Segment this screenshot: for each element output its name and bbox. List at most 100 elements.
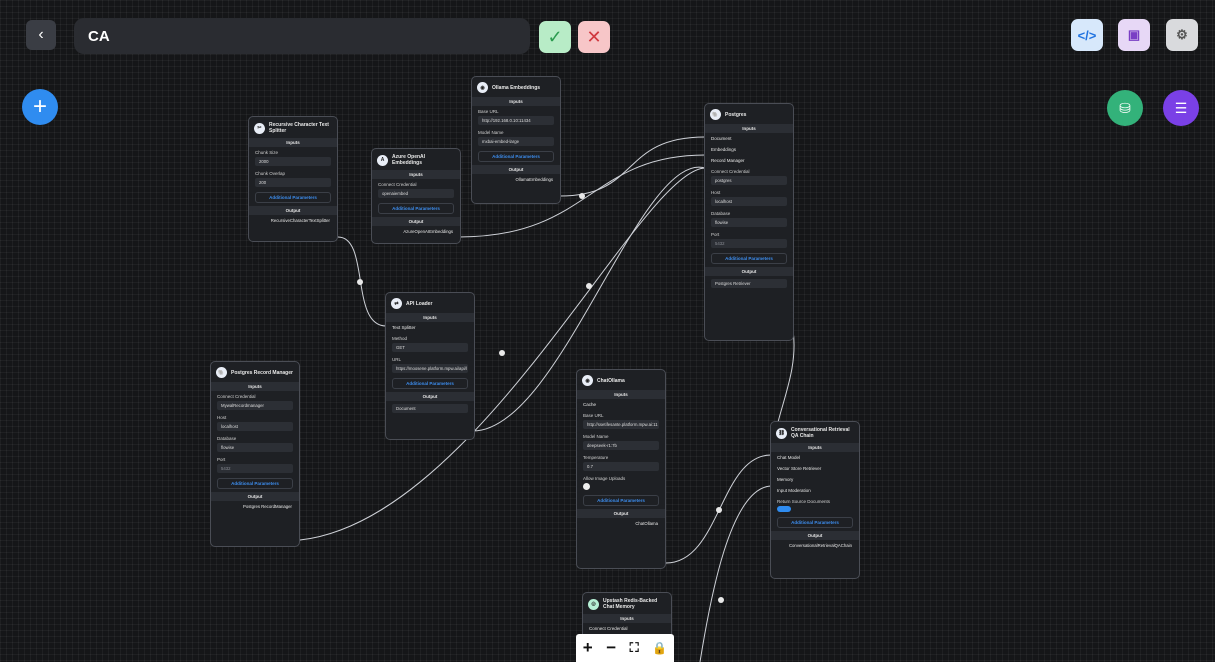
node-chat-ollama[interactable]: ◉ ChatOllama Inputs Cache Base URL http://… [576,369,666,569]
upstash-icon: ◎ [588,598,599,610]
output-select[interactable]: Postgres Retriever [711,279,787,288]
chunk-overlap-input[interactable]: 200 [255,178,331,187]
input-handle-memory[interactable]: Memory [771,474,859,485]
additional-params-button[interactable]: Additional Parameters [378,203,454,214]
host-input[interactable]: localhost [217,422,293,431]
database-plus-icon: ⛁ [1119,99,1131,116]
edge-dot [718,597,724,603]
node-api-loader[interactable]: ⇄ API Loader Inputs Text Splitter Method G… [385,292,475,440]
api-icon: ⇄ [391,298,402,309]
edge-ollama-postgres [559,136,706,197]
output-header: Output [705,267,793,276]
upsert-vector-button[interactable]: ⛁ [1107,90,1143,126]
input-handle-chat-model[interactable]: Chat Model [771,452,859,463]
input-handle-cache[interactable]: Cache [577,399,665,410]
output-handle[interactable]: RecursiveCharacterTextSplitter [249,215,337,226]
credential-select[interactable]: openaiembed [378,189,454,198]
settings-button[interactable]: ⚙ [1166,19,1198,51]
node-title: Postgres Record Manager [231,369,293,376]
credential-select[interactable]: postgres [711,176,787,185]
additional-params-button[interactable]: Additional Parameters [478,151,554,162]
field-label: Port [217,457,226,462]
field-label: Connect Credential [711,169,750,174]
top-bar: ‹ CA ✓ ✕ </> ▣ ⚙ [0,0,1215,70]
additional-params-button[interactable]: Additional Parameters [255,192,331,203]
edge-dot [586,283,592,289]
input-handle-moderation[interactable]: Input Moderation [771,485,859,496]
input-handle-retriever[interactable]: Vector Store Retriever [771,463,859,474]
additional-params-button[interactable]: Additional Parameters [711,253,787,264]
node-title: ChatOllama [597,377,625,384]
node-record-manager[interactable]: 🐘 Postgres Record Manager Inputs Connect … [210,361,300,547]
node-title: API Loader [406,300,433,307]
field-label: Temperature [583,455,609,460]
inputs-header: Inputs [771,443,859,452]
output-header: Output [577,509,665,518]
credential-select[interactable]: MywalRecordmanager [217,401,293,410]
input-handle-document[interactable]: Document [705,133,793,144]
port-input[interactable]: 5432 [217,464,293,473]
model-name-input[interactable]: mxbai-embed-large [478,137,554,146]
database-input[interactable]: flowise [217,443,293,452]
zoom-out-button[interactable]: − [606,638,616,658]
inputs-header: Inputs [577,390,665,399]
zoom-in-button[interactable]: + [583,638,593,658]
url-input[interactable]: https://moosene.platform.mpw.ai/api/l [392,364,468,373]
fit-view-button[interactable]: ⛶ [630,640,639,656]
output-handle[interactable]: Postgres RecordManager [211,501,299,512]
model-name-input[interactable]: deepseek-r1:7b [583,441,659,450]
add-node-button[interactable]: + [22,89,58,125]
field-label: Method [392,336,408,341]
return-docs-toggle[interactable] [777,506,791,512]
node-postgres[interactable]: 🐘 Postgres Inputs Document Embeddings Rec… [704,103,794,341]
field-label: Host [217,415,227,420]
save-button[interactable]: ▣ [1118,19,1150,51]
lock-icon[interactable]: 🔒 [652,641,667,655]
port-input[interactable]: 5432 [711,239,787,248]
output-handle[interactable]: ConversationalRetrievalQAChain [771,540,859,551]
method-select[interactable]: GET [392,343,468,352]
flow-title-input[interactable]: CA [74,18,530,54]
cancel-button[interactable]: ✕ [578,21,610,53]
node-title: Upstash Redis-Backed Chat Memory [603,598,658,610]
inputs-header: Inputs [249,138,337,147]
back-button[interactable]: ‹ [26,20,56,50]
input-handle-embeddings[interactable]: Embeddings [705,144,793,155]
field-label: Connect Credential [217,394,256,399]
database-input[interactable]: flowise [711,218,787,227]
postgres-icon: 🐘 [216,367,227,378]
output-handle[interactable]: ChatOllama [577,518,665,529]
node-qa-chain[interactable]: ⛓ Conversational Retrieval QA Chain Input… [770,421,860,579]
code-button[interactable]: </> [1071,19,1103,51]
node-text-splitter[interactable]: ✂ Recursive Character Text Splitter Input… [248,116,338,242]
additional-params-button[interactable]: Additional Parameters [392,378,468,389]
postgres-icon: 🐘 [710,109,721,120]
check-icon: ✓ [547,26,563,47]
field-label: Model Name [583,434,609,439]
allow-uploads-toggle[interactable] [583,483,590,490]
host-input[interactable]: localhost [711,197,787,206]
output-handle[interactable]: AzureOpenAIEmbeddings [372,226,460,237]
field-label: Port [711,232,720,237]
node-ollama-embeddings[interactable]: ◉ Ollama Embeddings Inputs Base URL http:/… [471,76,561,204]
ollama-icon: ◉ [582,375,593,386]
inputs-header: Inputs [472,97,560,106]
field-label: Base URL [478,109,499,114]
input-handle-record-manager[interactable]: Record Manager [705,155,793,166]
gear-icon: ⚙ [1176,27,1188,42]
chunk-size-input[interactable]: 2000 [255,157,331,166]
field-label: Host [711,190,721,195]
confirm-button[interactable]: ✓ [539,21,571,53]
base-url-input[interactable]: http://ssetifesante.platform.mpw.ai:11 [583,420,659,429]
node-azure-embeddings[interactable]: A Azure OpenAI Embeddings Inputs Connect … [371,148,461,244]
chain-icon: ⛓ [776,427,787,439]
additional-params-button[interactable]: Additional Parameters [583,495,659,506]
additional-params-button[interactable]: Additional Parameters [777,517,853,528]
base-url-input[interactable]: http://192.168.0.10:11434 [478,116,554,125]
output-select[interactable]: Document [392,404,468,413]
additional-params-button[interactable]: Additional Parameters [217,478,293,489]
input-handle-text-splitter[interactable]: Text Splitter [386,322,474,333]
output-handle[interactable]: OllamaEmbeddings [472,174,560,185]
chat-button[interactable]: ☰ [1163,90,1199,126]
temperature-input[interactable]: 0.7 [583,462,659,471]
